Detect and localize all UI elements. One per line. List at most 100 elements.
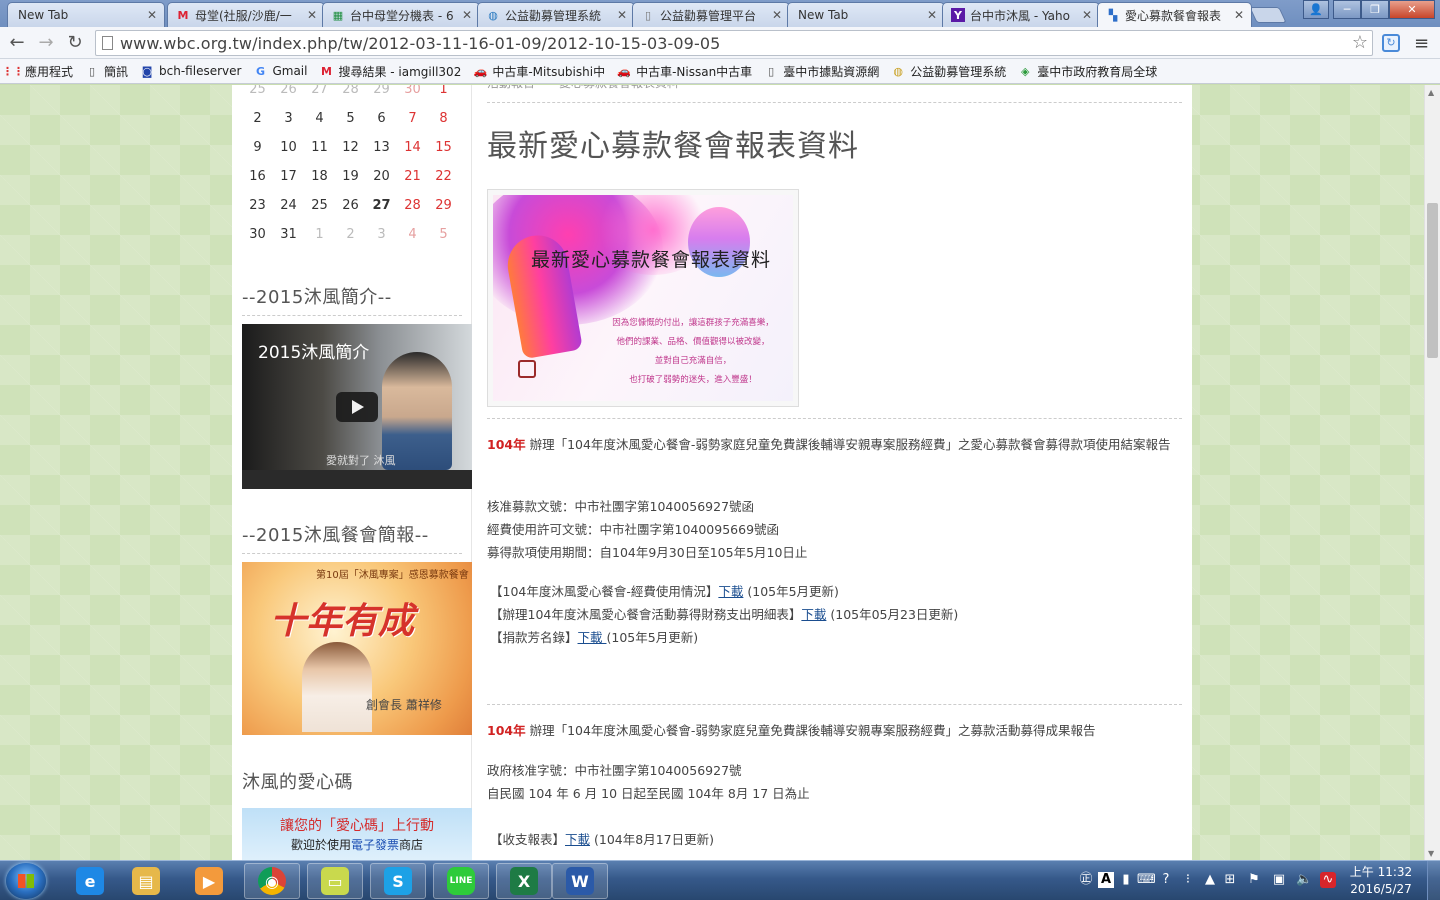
calendar-day[interactable]: 25 xyxy=(242,85,273,97)
chrome-menu-icon[interactable]: ≡ xyxy=(1414,33,1429,54)
calendar-day[interactable]: 7 xyxy=(397,111,428,126)
ime-icon[interactable]: ㊣ xyxy=(1078,872,1094,888)
taskbar-app-button[interactable]: S xyxy=(370,863,426,899)
close-tab-icon[interactable]: ✕ xyxy=(1233,8,1245,22)
love-code-banner[interactable]: 讓您的「愛心碼」上行動 歡迎於使用電子發票商店 xyxy=(242,808,472,860)
bookmark-item[interactable]: ⋮⋮ 應用程式 xyxy=(2,63,73,80)
close-tab-icon[interactable]: ✕ xyxy=(146,8,158,22)
calendar-day[interactable]: 18 xyxy=(304,169,335,184)
taskbar-app-button[interactable]: W xyxy=(552,863,608,899)
bookmark-item[interactable]: 🚗 中古車-Nissan中古車 xyxy=(617,63,752,80)
download-link[interactable]: 下載 xyxy=(801,607,826,622)
flag-icon[interactable]: ⚑ xyxy=(1246,872,1262,888)
show-desktop-button[interactable] xyxy=(1427,861,1440,900)
address-bar[interactable]: www.wbc.org.tw/index.php/tw/2012-03-11-1… xyxy=(95,30,1373,56)
calendar-day[interactable]: 22 xyxy=(428,169,459,184)
calendar-day[interactable]: 20 xyxy=(366,169,397,184)
taskbar-app-button[interactable]: LINE xyxy=(433,863,489,899)
calendar-day[interactable]: 28 xyxy=(335,85,366,97)
tab[interactable]: New Tab ✕ xyxy=(787,2,945,27)
calendar-day[interactable]: 28 xyxy=(397,198,428,213)
close-tab-icon[interactable]: ✕ xyxy=(461,8,473,22)
help-icon[interactable]: ? xyxy=(1158,872,1174,888)
calendar-day[interactable]: 30 xyxy=(397,85,428,97)
calendar-day[interactable]: 17 xyxy=(273,169,304,184)
url-text[interactable]: www.wbc.org.tw/index.php/tw/2012-03-11-1… xyxy=(120,34,720,53)
calendar-day[interactable]: 10 xyxy=(273,140,304,155)
tab[interactable]: Y 台中市沐風 - Yaho ✕ xyxy=(942,2,1100,27)
start-button[interactable] xyxy=(6,863,46,899)
close-tab-icon[interactable]: ✕ xyxy=(771,8,783,22)
minimize-button[interactable]: ─ xyxy=(1333,0,1361,19)
options-icon[interactable]: ⁝ xyxy=(1180,872,1196,888)
calendar-day[interactable]: 5 xyxy=(428,227,459,242)
calendar-day[interactable]: 21 xyxy=(397,169,428,184)
calendar-day[interactable]: 8 xyxy=(428,111,459,126)
bookmark-item[interactable]: 🚗 中古車-Mitsubishi中 xyxy=(473,63,605,80)
calendar-day[interactable]: 1 xyxy=(304,227,335,242)
taskbar-app-button[interactable]: ▤ xyxy=(118,863,174,899)
tab[interactable]: ▯ 公益勸募管理平台 ✕ xyxy=(632,2,790,27)
calendar-day[interactable]: 2 xyxy=(335,227,366,242)
windows-icon[interactable]: ⊞ xyxy=(1222,872,1238,888)
calendar-day[interactable]: 29 xyxy=(366,85,397,97)
close-tab-icon[interactable]: ✕ xyxy=(616,8,628,22)
calendar-day[interactable]: 16 xyxy=(242,169,273,184)
download-link[interactable]: 下載 xyxy=(578,630,607,645)
bookmark-item[interactable]: G Gmail xyxy=(253,64,308,78)
dinner-banner[interactable]: 第10屆「沐風專案」感恩募款餐會 十年有成 創會長 蕭祥修 xyxy=(242,562,472,735)
tab[interactable]: ▚ 愛心募款餐會報表 ✕ xyxy=(1097,2,1252,27)
scroll-up-icon[interactable]: ▲ xyxy=(1428,88,1434,97)
volume-icon[interactable]: 🔈 xyxy=(1296,872,1312,888)
taskbar-app-button[interactable]: X xyxy=(496,863,552,899)
forward-button[interactable]: → xyxy=(34,31,58,55)
calendar-day[interactable]: 11 xyxy=(304,140,335,155)
calendar-day[interactable]: 3 xyxy=(273,111,304,126)
close-tab-icon[interactable]: ✕ xyxy=(1081,8,1093,22)
tab[interactable]: ◍ 公益勸募管理系統 ✕ xyxy=(477,2,635,27)
scroll-down-icon[interactable]: ▼ xyxy=(1428,849,1434,858)
calendar-day[interactable]: 29 xyxy=(428,198,459,213)
calendar-day[interactable]: 24 xyxy=(273,198,304,213)
bookmark-star-icon[interactable]: ☆ xyxy=(1352,32,1368,53)
bookmark-item[interactable]: ▯ 簡訊 xyxy=(85,63,128,80)
bookmark-item[interactable]: ◍ 公益勸募管理系統 xyxy=(891,63,1006,80)
calendar-day[interactable]: 19 xyxy=(335,169,366,184)
vertical-scrollbar[interactable]: ▲ ▼ xyxy=(1424,85,1440,860)
calendar-day[interactable]: 9 xyxy=(242,140,273,155)
network-icon[interactable]: ▣ xyxy=(1271,872,1287,888)
play-icon[interactable] xyxy=(336,392,378,422)
bookmark-item[interactable]: ◙ bch-fileserver xyxy=(140,64,242,78)
calendar-day[interactable]: 3 xyxy=(366,227,397,242)
bookmark-item[interactable]: M 搜尋結果 - iamgill302 xyxy=(319,63,461,80)
tab[interactable]: M 母堂(社服/沙鹿/一 ✕ xyxy=(167,2,325,27)
calendar-day[interactable]: 31 xyxy=(273,227,304,242)
back-button[interactable]: ← xyxy=(5,31,29,55)
extension-icon[interactable]: ↻ xyxy=(1382,34,1400,52)
taskbar-app-button[interactable]: ▭ xyxy=(307,863,363,899)
input-mode-icon[interactable]: A xyxy=(1098,872,1114,888)
calendar-day[interactable]: 15 xyxy=(428,140,459,155)
clock[interactable]: 上午 11:32 2016/5/27 xyxy=(1345,864,1417,898)
maximize-button[interactable]: ❐ xyxy=(1361,0,1389,19)
calendar-day[interactable]: 1 xyxy=(428,85,459,97)
show-hidden-icon[interactable]: ▲ xyxy=(1202,872,1218,888)
taskbar-app-button[interactable]: e xyxy=(62,863,118,899)
calendar-day[interactable]: 26 xyxy=(273,85,304,97)
calendar-day[interactable]: 4 xyxy=(304,111,335,126)
calendar-day[interactable]: 4 xyxy=(397,227,428,242)
antivirus-icon[interactable]: ∿ xyxy=(1320,872,1336,888)
close-window-button[interactable]: ✕ xyxy=(1389,0,1435,19)
calendar-day[interactable]: 23 xyxy=(242,198,273,213)
tab[interactable]: ▦ 台中母堂分機表 - 6 ✕ xyxy=(322,2,480,27)
calendar-day[interactable]: 6 xyxy=(366,111,397,126)
download-link[interactable]: 下載 xyxy=(565,832,590,847)
taskbar-app-button[interactable]: ▶ xyxy=(181,863,237,899)
calendar-day[interactable]: 2 xyxy=(242,111,273,126)
video-player[interactable]: 2015沐風簡介 愛就對了 沐風 xyxy=(242,324,472,489)
close-tab-icon[interactable]: ✕ xyxy=(926,8,938,22)
tab[interactable]: New Tab ✕ xyxy=(7,2,165,27)
calendar-day[interactable]: 27 xyxy=(304,85,335,97)
taskbar-app-button[interactable]: ◉ xyxy=(244,863,300,899)
close-tab-icon[interactable]: ✕ xyxy=(306,8,318,22)
